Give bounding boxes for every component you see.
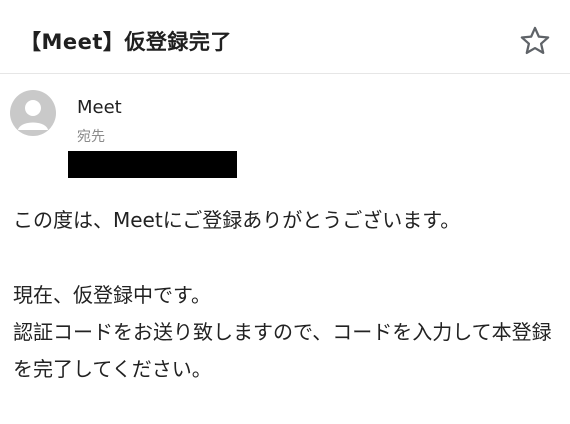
sender-avatar[interactable] [10, 90, 56, 136]
sender-name[interactable]: Meet [77, 97, 122, 118]
body-paragraph-thanks: この度は、Meetにご登録ありがとうございます。 [13, 208, 461, 232]
email-header: 【Meet】仮登録完了 [0, 0, 570, 74]
email-subject: 【Meet】仮登録完了 [20, 30, 232, 54]
star-icon[interactable] [518, 24, 552, 58]
body-line-status: 現在、仮登録中です。 [13, 283, 211, 307]
email-body: この度は、Meetにご登録ありがとうございます。 現在、仮登録中です。 認証コー… [13, 202, 558, 388]
recipient-label: 宛先 [77, 129, 105, 145]
body-line-instructions: 認証コードをお送り致しますので、コードを入力して本登録を完了してください。 [13, 320, 552, 381]
redacted-recipient-block [68, 151, 237, 178]
person-avatar-icon [18, 100, 48, 130]
